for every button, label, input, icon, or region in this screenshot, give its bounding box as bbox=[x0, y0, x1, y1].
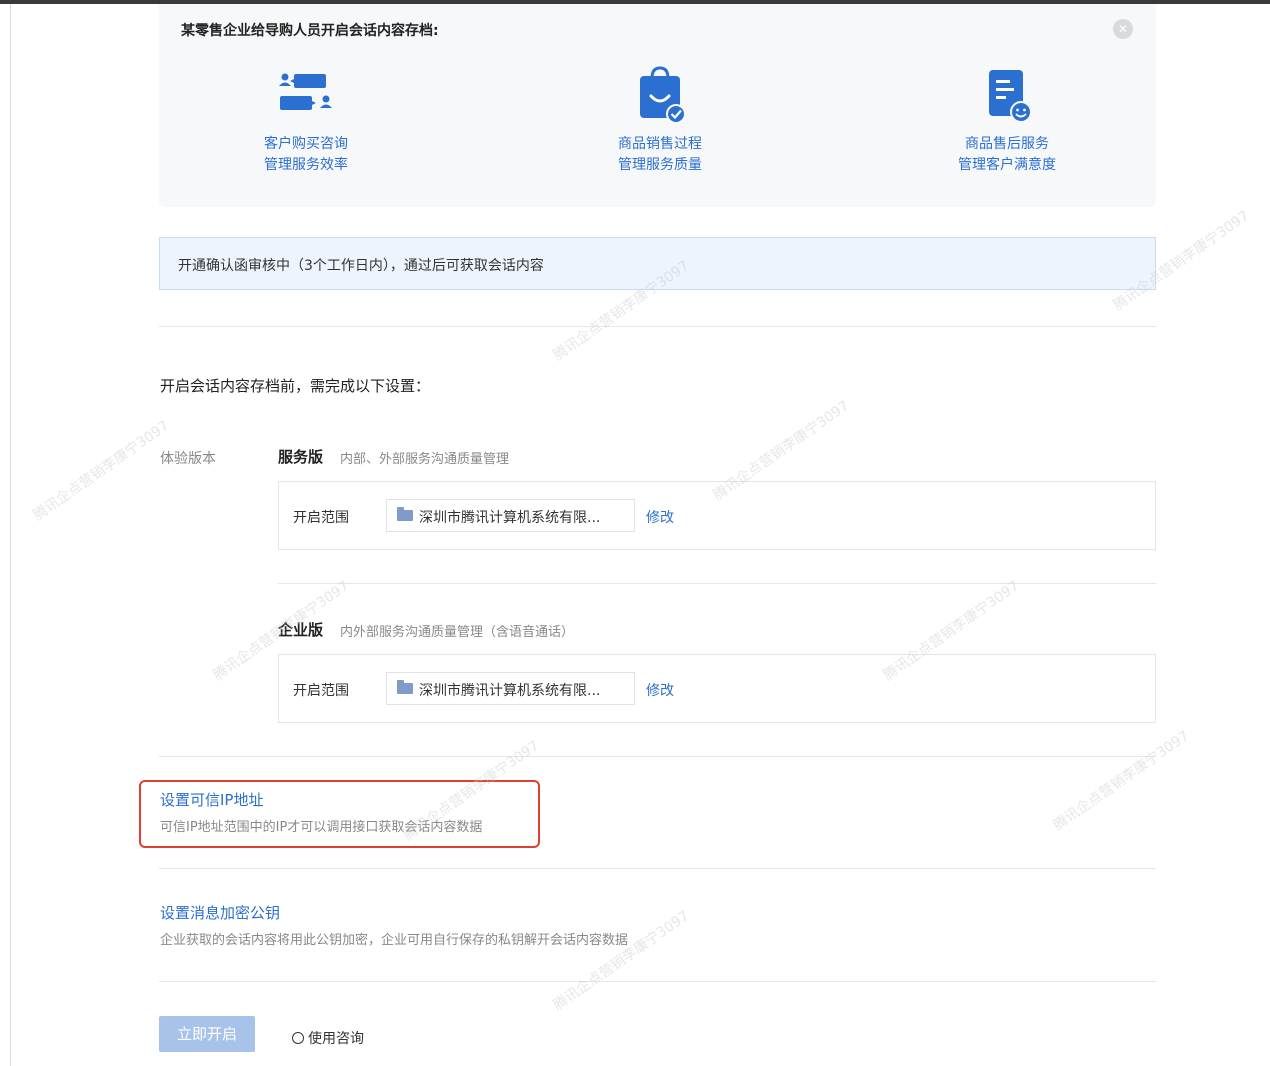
version-title-enterprise: 企业版 bbox=[278, 621, 324, 639]
encrypt-key-desc: 企业获取的会话内容将用此公钥加密，企业可用自行保存的私钥解开会话内容数据 bbox=[160, 933, 629, 948]
edit-scope-link[interactable]: 修改 bbox=[646, 507, 674, 527]
consult-link[interactable]: 使用咨询 bbox=[292, 1028, 364, 1048]
version-desc-service: 内部、外部服务沟通质量管理 bbox=[340, 452, 510, 467]
intro-title: 某零售企业给导购人员开启会话内容存档: bbox=[181, 23, 439, 39]
scope-selector[interactable]: 深圳市腾讯计算机系统有限... bbox=[386, 672, 635, 705]
document-smile-icon bbox=[975, 64, 1039, 128]
encrypt-key-link[interactable]: 设置消息加密公钥 bbox=[160, 902, 280, 923]
prerequisite-heading: 开启会话内容存档前，需完成以下设置： bbox=[160, 377, 431, 395]
scope-value: 深圳市腾讯计算机系统有限... bbox=[419, 683, 601, 699]
experience-version-label: 体验版本 bbox=[160, 451, 216, 467]
scope-value: 深圳市腾讯计算机系统有限... bbox=[419, 510, 601, 526]
feature-sales-process: 商品销售过程 管理服务质量 bbox=[550, 64, 770, 176]
divider bbox=[278, 583, 1156, 584]
feature-after-sales: 商品售后服务 管理客户满意度 bbox=[897, 64, 1117, 176]
chat-bubbles-icon bbox=[274, 64, 338, 128]
feature-purchase-consult: 客户购买咨询 管理服务效率 bbox=[196, 64, 416, 176]
version-desc-enterprise: 内外部服务沟通质量管理（含语音通话） bbox=[340, 625, 575, 640]
trusted-ip-desc: 可信IP地址范围中的IP才可以调用接口获取会话内容数据 bbox=[160, 820, 483, 835]
version-title-service: 服务版 bbox=[278, 448, 324, 466]
feature-line2: 管理服务效率 bbox=[264, 157, 348, 173]
divider bbox=[159, 326, 1156, 327]
feature-line1: 商品售后服务 bbox=[965, 136, 1049, 152]
folder-icon bbox=[397, 680, 413, 694]
scope-label: 开启范围 bbox=[293, 683, 349, 699]
left-divider bbox=[10, 4, 11, 1066]
feature-line2: 管理客户满意度 bbox=[958, 157, 1056, 173]
watermark: 腾讯企点营销李康宁3097 bbox=[550, 907, 693, 1014]
feature-line1: 客户购买咨询 bbox=[264, 136, 348, 152]
divider bbox=[159, 756, 1156, 757]
consult-label: 使用咨询 bbox=[308, 1031, 364, 1047]
feature-line1: 商品销售过程 bbox=[618, 136, 702, 152]
review-notice: 开通确认函审核中（3个工作日内），通过后可获取会话内容 bbox=[159, 237, 1156, 290]
trusted-ip-link[interactable]: 设置可信IP地址 bbox=[160, 789, 263, 810]
scope-selector[interactable]: 深圳市腾讯计算机系统有限... bbox=[386, 499, 635, 532]
scope-box-enterprise: 开启范围 深圳市腾讯计算机系统有限... 修改 bbox=[278, 654, 1156, 723]
notice-text: 开通确认函审核中（3个工作日内），通过后可获取会话内容 bbox=[178, 258, 544, 274]
watermark: 腾讯企点营销李康宁3097 bbox=[1050, 727, 1193, 834]
open-now-button[interactable]: 立即开启 bbox=[159, 1016, 255, 1052]
watermark: 腾讯企点营销李康宁3097 bbox=[30, 417, 173, 524]
intro-panel: 某零售企业给导购人员开启会话内容存档: ✕ 客户购买咨询 管理服务效率 商品销售… bbox=[159, 4, 1156, 207]
shopping-bag-icon bbox=[628, 64, 692, 128]
divider bbox=[159, 868, 1156, 869]
headset-icon bbox=[292, 1032, 304, 1044]
scope-box-service: 开启范围 深圳市腾讯计算机系统有限... 修改 bbox=[278, 481, 1156, 550]
feature-line2: 管理服务质量 bbox=[618, 157, 702, 173]
close-icon[interactable]: ✕ bbox=[1113, 19, 1133, 39]
scope-label: 开启范围 bbox=[293, 510, 349, 526]
divider bbox=[159, 981, 1156, 982]
edit-scope-link[interactable]: 修改 bbox=[646, 680, 674, 700]
folder-icon bbox=[397, 507, 413, 521]
